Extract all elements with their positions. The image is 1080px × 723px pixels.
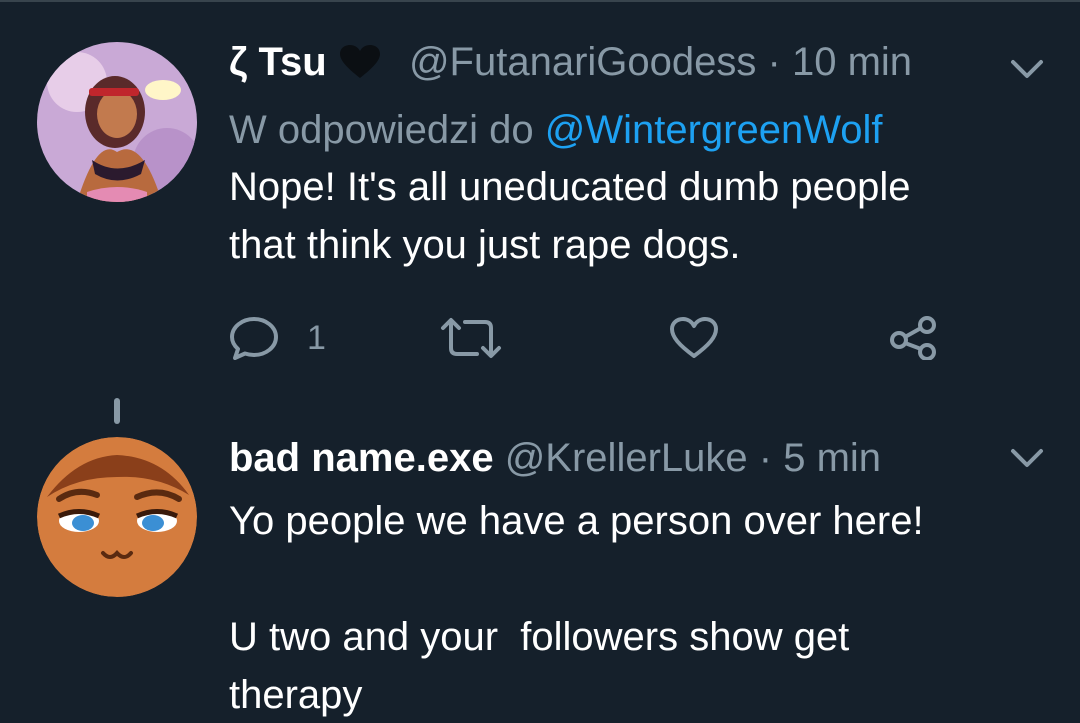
separator: · [767,40,781,84]
thread-line [114,398,120,424]
tweet-content: bad name.exe @KrellerLuke · 5 min Yo peo… [229,432,1000,723]
chevron-down-icon[interactable] [1010,447,1044,469]
reply-prefix: W odpowiedzi do [229,108,534,152]
display-name[interactable]: bad name.exe [229,436,494,480]
tweet[interactable]: bad name.exe @KrellerLuke · 5 min Yo peo… [0,392,1080,723]
tweet-actions: 1 [229,312,969,364]
timestamp[interactable]: 10 min [792,40,912,84]
like-icon [669,316,719,360]
retweet-icon [439,316,503,360]
tweet[interactable]: ζ Tsu @FutanariGoodess · 10 min W odpowi… [0,0,1080,392]
tweet-content: ζ Tsu @FutanariGoodess · 10 min W odpowi… [229,36,1000,274]
tweet-text: Yo people we have a person over here! U … [229,499,924,717]
avatar[interactable] [37,437,197,597]
reply-count: 1 [307,318,326,357]
retweet-button[interactable] [439,312,503,364]
tweet-header: ζ Tsu @FutanariGoodess · 10 min [229,36,1000,92]
reply-button[interactable]: 1 [229,312,326,364]
handle[interactable]: @FutanariGoodess [409,40,756,84]
separator: · [758,436,773,480]
reply-icon [229,316,279,360]
reply-context: W odpowiedzi do @WintergreenWolf [229,104,1000,156]
share-icon [889,316,939,360]
display-name[interactable]: ζ Tsu [229,40,327,84]
reply-mention[interactable]: @WintergreenWolf [545,108,883,152]
handle[interactable]: @KrellerLuke [505,436,748,480]
like-button[interactable] [669,312,719,364]
chevron-down-icon[interactable] [1010,58,1044,80]
tweet-header: bad name.exe @KrellerLuke · 5 min [229,432,1000,484]
share-button[interactable] [889,312,939,364]
avatar[interactable] [37,42,197,202]
timestamp[interactable]: 5 min [783,436,881,480]
tweet-text: Nope! It's all uneducated dumb people th… [229,165,911,267]
timeline: ζ Tsu @FutanariGoodess · 10 min W odpowi… [0,0,1080,723]
heart-icon [339,40,380,92]
